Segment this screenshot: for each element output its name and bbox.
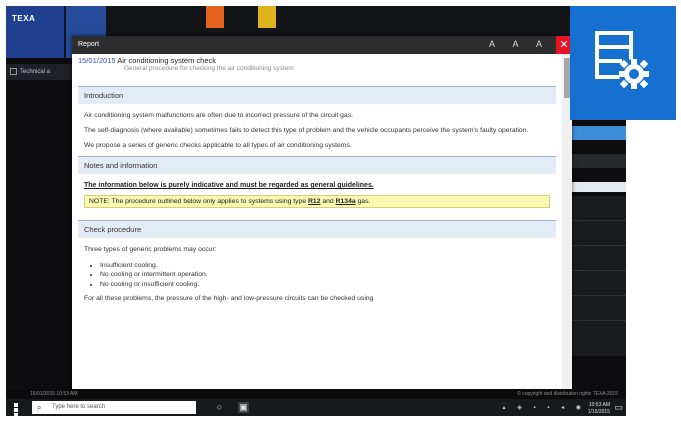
note-r134a: R134a — [335, 198, 356, 206]
notification-icon[interactable]: ▭ — [614, 402, 623, 413]
status-copyright: © copyright and distribution rights TEXA… — [517, 391, 618, 397]
doc-subtitle: General procedure for checking the air c… — [124, 65, 294, 72]
note-and: and — [322, 198, 334, 206]
doc-title: Air conditioning system check — [117, 56, 217, 65]
section-check-heading: Check procedure — [78, 220, 556, 239]
search-icon: ⌕ — [37, 403, 42, 412]
clock-date: 1/15/2015 — [587, 408, 610, 415]
app-icon[interactable]: ▣ — [238, 402, 249, 413]
intro-paragraph-2: The self-diagnosis (where available) som… — [84, 126, 529, 134]
side-list — [572, 196, 626, 356]
top-tile-orange[interactable] — [206, 6, 224, 28]
check-intro: Three types of generic problems may occu… — [84, 246, 217, 254]
technical-tab-label: Technical a — [20, 69, 51, 76]
top-tile-yellow[interactable] — [258, 6, 276, 28]
windows-start-icon[interactable] — [14, 403, 23, 416]
note-prefix: NOTE: The procedure outlined below only … — [89, 198, 307, 206]
status-left: 15/01/2015 10:53 AM — [30, 391, 78, 397]
search-input[interactable]: ⌕ Type here to search — [32, 401, 196, 414]
list-item: Insufficient cooling. — [100, 261, 550, 270]
section-introduction-heading: Introduction — [78, 86, 556, 104]
system-tray-icons[interactable]: ▴ ◈ ▪ ▪ ◂ ◉ — [503, 404, 586, 411]
clock-time: 10:53 AM — [588, 402, 610, 408]
intro-paragraph-1: Air conditioning system malfunctions are… — [84, 112, 353, 119]
doc-header: 15/01/2015 Air conditioning system check… — [78, 56, 556, 86]
texa-logo: TEXA — [6, 6, 64, 58]
section-notes-heading: Notes and information — [78, 156, 556, 175]
note-box: NOTE: The procedure outlined below only … — [84, 195, 550, 209]
report-window-title: Report — [78, 41, 100, 48]
status-strip: 15/01/2015 10:53 AM © copyright and dist… — [6, 389, 626, 399]
doc-date: 15/01/2015 — [78, 56, 116, 65]
side-strip-dark — [572, 154, 626, 168]
task-view-icon[interactable]: ○ — [214, 402, 225, 413]
settings-tile — [570, 6, 676, 120]
report-content: 15/01/2015 Air conditioning system check… — [72, 54, 562, 396]
check-closing: For all these problems, the pressure of … — [84, 294, 374, 302]
note-r12: R12 — [308, 198, 321, 206]
guideline-text: The information below is purely indicati… — [84, 182, 374, 190]
settings-document-gear-icon — [595, 31, 649, 89]
side-strip-blue[interactable] — [572, 126, 626, 140]
list-item: No cooling or insufficient cooling. — [100, 280, 550, 289]
report-titlebar: Report A A A ✕ — [72, 36, 572, 54]
clock[interactable]: 10:53 AM 1/15/2015 — [588, 402, 610, 415]
list-item: No cooling or intermittent operation. — [100, 270, 550, 279]
problem-list: Insufficient cooling. No cooling or inte… — [100, 261, 550, 289]
intro-paragraph-3: We propose a series of generic checks ap… — [84, 141, 352, 149]
technical-tab[interactable]: Technical a — [6, 64, 76, 80]
checkbox-icon — [10, 68, 17, 75]
screen: TEXA Technical a Report A A A ✕ 15/01/20… — [6, 6, 626, 416]
note-suffix: gas. — [357, 198, 371, 206]
taskbar: ⌕ Type here to search ○ ▣ ▴ ◈ ▪ ▪ ◂ ◉ 10… — [6, 399, 626, 416]
font-size-icons[interactable]: A A A — [489, 39, 550, 49]
search-placeholder: Type here to search — [52, 404, 106, 410]
side-strip-light — [572, 182, 626, 192]
report-window: Report A A A ✕ 15/01/2015 Air conditioni… — [72, 36, 572, 396]
